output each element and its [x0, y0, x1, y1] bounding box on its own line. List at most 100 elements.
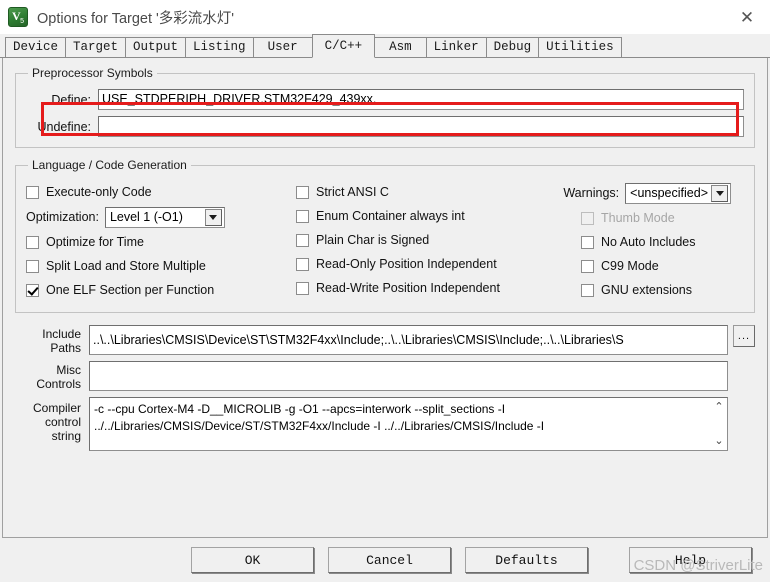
compiler-control-string-line1: -c --cpu Cortex-M4 -D__MICROLIB -g -O1 -…: [94, 402, 506, 416]
checkbox-box: [26, 185, 39, 199]
optimization-value: Level 1 (-O1): [109, 210, 183, 224]
misc-controls-input[interactable]: [89, 361, 728, 391]
checkbox-box: [296, 233, 309, 247]
checkbox-read-write-position-independent[interactable]: Read-Write Position Independent: [296, 276, 581, 300]
preprocessor-symbols-legend: Preprocessor Symbols: [32, 66, 153, 80]
ok-button[interactable]: OK: [191, 547, 314, 573]
checkbox-box: [581, 283, 594, 297]
compiler-label-line2: control: [44, 415, 81, 429]
define-row: Define: USE_STDPERIPH_DRIVER,STM32F429_4…: [26, 89, 744, 110]
scroll-down-icon[interactable]: ⌄: [714, 436, 723, 447]
tab-asm[interactable]: Asm: [374, 37, 427, 57]
optimization-row: Optimization: Level 1 (-O1): [26, 204, 296, 230]
help-button[interactable]: Help: [629, 547, 752, 573]
tab-linker[interactable]: Linker: [425, 37, 487, 57]
warnings-label: Warnings:: [563, 186, 620, 200]
keil-uvision5-icon: V 5: [8, 7, 28, 27]
checkbox-thumb-mode: Thumb Mode: [581, 206, 731, 230]
chevron-down-icon[interactable]: [711, 184, 728, 202]
checkbox-box: [26, 259, 39, 273]
optimization-select[interactable]: Level 1 (-O1): [104, 206, 225, 228]
tab-listing[interactable]: Listing: [185, 37, 254, 57]
checkbox-box: [581, 235, 594, 249]
checkbox-read-only-position-independent[interactable]: Read-Only Position Independent: [296, 252, 581, 276]
include-paths-label-line2: Paths: [50, 341, 81, 355]
include-paths-label: Include Paths: [15, 325, 89, 355]
checkbox-label: GNU extensions: [601, 283, 693, 297]
include-paths-browse-button[interactable]: ...: [733, 325, 755, 347]
compiler-label-line3: string: [51, 429, 81, 443]
tab-strip: Device Target Output Listing User C/C++ …: [0, 34, 770, 58]
language-code-generation-legend: Language / Code Generation: [32, 158, 187, 172]
checkbox-label: No Auto Includes: [601, 235, 696, 249]
undefine-label: Undefine:: [37, 119, 91, 134]
checkbox-label: Optimize for Time: [46, 235, 144, 249]
compiler-control-scrollbar[interactable]: ⌃ ⌄: [711, 397, 728, 451]
checkbox-plain-char-is-signed[interactable]: Plain Char is Signed: [296, 228, 581, 252]
warnings-select[interactable]: <unspecified>: [625, 182, 731, 204]
checkbox-label: One ELF Section per Function: [46, 283, 215, 297]
define-input[interactable]: USE_STDPERIPH_DRIVER,STM32F429_439xx,: [98, 89, 744, 110]
checkbox-label: Plain Char is Signed: [316, 233, 430, 247]
checkbox-box: [581, 259, 594, 273]
include-paths-label-line1: Include: [42, 327, 81, 341]
checkbox-one-elf-section-per-function[interactable]: One ELF Section per Function: [26, 278, 296, 302]
tab-device[interactable]: Device: [5, 37, 67, 57]
checkbox-box: [296, 185, 309, 199]
tab-target[interactable]: Target: [65, 37, 127, 57]
include-paths-input[interactable]: ..\..\Libraries\CMSIS\Device\ST\STM32F4x…: [89, 325, 728, 355]
define-label: Define:: [51, 92, 91, 107]
checkbox-execute-only-code[interactable]: Execute-only Code: [26, 180, 296, 204]
scroll-up-icon[interactable]: ⌃: [714, 402, 723, 413]
preprocessor-symbols-group: Preprocessor Symbols Define: USE_STDPERI…: [15, 66, 755, 148]
undefine-input[interactable]: [98, 116, 744, 137]
compiler-control-string-label: Compiler control string: [15, 397, 89, 443]
close-icon[interactable]: ✕: [724, 0, 770, 34]
misc-controls-label-line1: Misc: [56, 363, 81, 377]
language-code-generation-group: Language / Code Generation Execute-only …: [15, 158, 755, 313]
c-cpp-panel: Preprocessor Symbols Define: USE_STDPERI…: [2, 58, 768, 538]
checkbox-label: C99 Mode: [601, 259, 659, 273]
defaults-button[interactable]: Defaults: [465, 547, 588, 573]
paths-section: Include Paths ..\..\Libraries\CMSIS\Devi…: [15, 323, 755, 451]
compiler-control-string-text[interactable]: -c --cpu Cortex-M4 -D__MICROLIB -g -O1 -…: [89, 397, 711, 451]
compiler-control-string-line2: ../../Libraries/CMSIS/Device/ST/STM32F4x…: [94, 419, 545, 433]
tab-output[interactable]: Output: [125, 37, 187, 57]
misc-controls-label-line2: Controls: [36, 377, 81, 391]
checkbox-optimize-for-time[interactable]: Optimize for Time: [26, 230, 296, 254]
tab-user[interactable]: User: [252, 37, 313, 57]
checkbox-label: Strict ANSI C: [316, 185, 389, 199]
compiler-control-string-row: Compiler control string -c --cpu Cortex-…: [15, 397, 755, 451]
checkbox-label: Enum Container always int: [316, 209, 465, 223]
checkbox-box: [296, 281, 309, 295]
checkbox-enum-container-always-int[interactable]: Enum Container always int: [296, 204, 581, 228]
checkbox-label: Execute-only Code: [46, 185, 152, 199]
checkbox-box: [26, 283, 39, 297]
misc-controls-label: Misc Controls: [15, 361, 89, 391]
checkbox-gnu-extensions[interactable]: GNU extensions: [581, 278, 731, 302]
cancel-button[interactable]: Cancel: [328, 547, 451, 573]
language-column-middle: Strict ANSI C Enum Container always int …: [296, 180, 581, 302]
tab-c-cpp[interactable]: C/C++: [311, 34, 376, 58]
checkbox-c99-mode[interactable]: C99 Mode: [581, 254, 731, 278]
tab-utilities[interactable]: Utilities: [538, 37, 622, 57]
compiler-label-line1: Compiler: [32, 401, 81, 415]
checkbox-split-load-and-store-multiple[interactable]: Split Load and Store Multiple: [26, 254, 296, 278]
dialog-footer: OK Cancel Defaults Help CSDN @StriverLit…: [0, 538, 770, 582]
optimization-label: Optimization:: [26, 210, 99, 224]
title-bar: V 5 Options for Target '多彩流水灯' ✕: [0, 0, 770, 34]
checkbox-no-auto-includes[interactable]: No Auto Includes: [581, 230, 731, 254]
options-dialog: V 5 Options for Target '多彩流水灯' ✕ Device …: [0, 0, 770, 582]
icon-digit-5: 5: [20, 18, 24, 25]
chevron-down-icon[interactable]: [204, 208, 222, 226]
misc-controls-row: Misc Controls: [15, 361, 755, 391]
language-column-right: Warnings: <unspecified> Thumb Mode No Au…: [563, 180, 731, 302]
checkbox-label: Read-Only Position Independent: [316, 257, 497, 271]
checkbox-strict-ansi-c[interactable]: Strict ANSI C: [296, 180, 581, 204]
language-column-left: Execute-only Code Optimization: Level 1 …: [26, 180, 296, 302]
checkbox-box: [296, 209, 309, 223]
tab-debug[interactable]: Debug: [485, 37, 540, 57]
warnings-value: <unspecified>: [630, 186, 708, 200]
checkbox-label: Read-Write Position Independent: [316, 281, 500, 295]
window-title: Options for Target '多彩流水灯': [37, 10, 235, 27]
